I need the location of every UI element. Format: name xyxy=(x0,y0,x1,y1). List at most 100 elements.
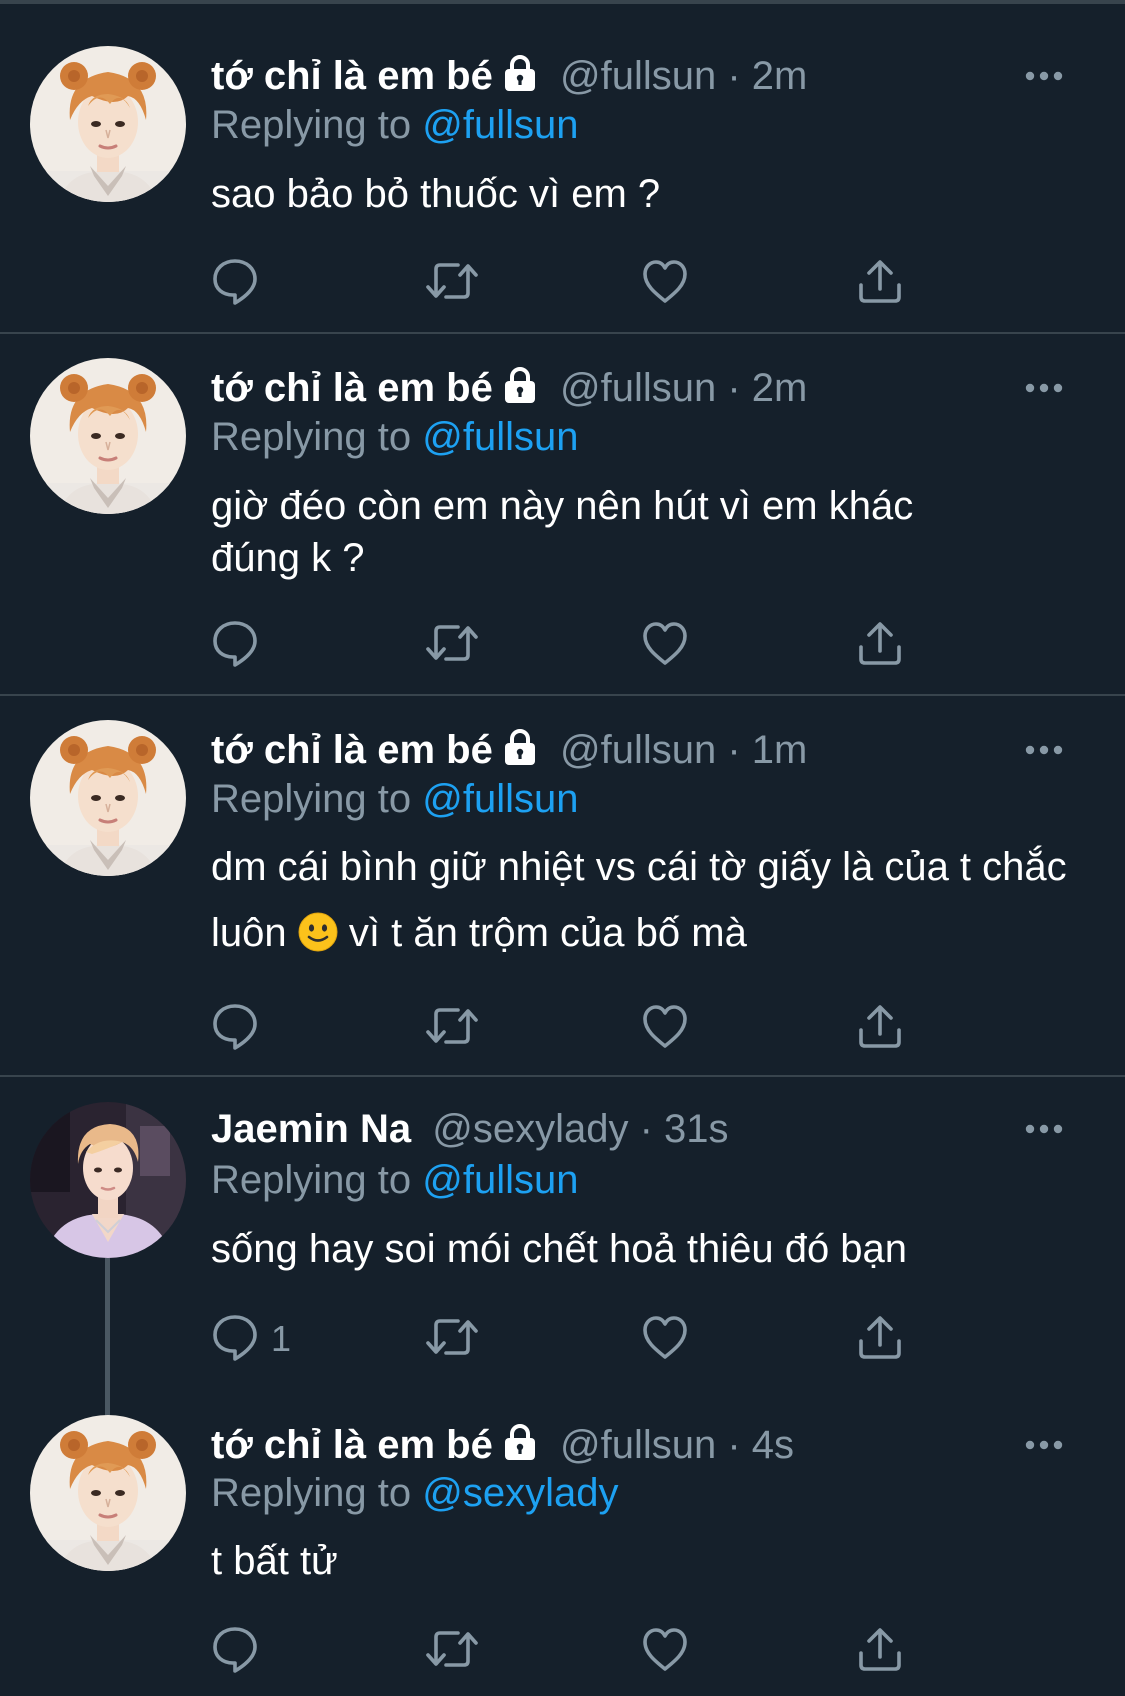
separator-dot: · xyxy=(727,728,741,772)
heart-icon xyxy=(641,1625,689,1678)
retweet-icon xyxy=(426,1625,478,1678)
retweet-button[interactable] xyxy=(426,1313,478,1365)
timestamp[interactable]: 31s xyxy=(664,1107,729,1151)
display-name[interactable]: tớ chỉ là em bé xyxy=(211,1423,493,1467)
tweet-text: t bất tử xyxy=(211,1539,338,1583)
separator-dot: · xyxy=(727,366,741,410)
share-icon xyxy=(856,1313,904,1366)
tweet[interactable]: tớ chỉ là em bé @fullsun · 1m Replying t… xyxy=(0,696,1125,1077)
replying-to-mention[interactable]: @fullsun xyxy=(422,103,578,147)
reply-button[interactable] xyxy=(211,1625,271,1677)
tweet-header: Jaemin Na @sexylady · 31s xyxy=(211,1104,1065,1154)
replying-to-mention[interactable]: @fullsun xyxy=(422,415,578,459)
reply-button[interactable] xyxy=(211,1002,271,1054)
like-button[interactable] xyxy=(641,1313,689,1365)
more-options-icon[interactable] xyxy=(1024,740,1064,760)
tweet-text: sống hay soi mói chết hoả thiêu đó bạn xyxy=(211,1227,908,1271)
share-button[interactable] xyxy=(856,1625,904,1677)
replying-to-line: Replying to @fullsun xyxy=(211,774,578,824)
user-handle[interactable]: @fullsun xyxy=(560,1423,716,1467)
more-options-icon[interactable] xyxy=(1024,1119,1064,1139)
user-handle[interactable]: @fullsun xyxy=(560,54,716,98)
reply-button[interactable]: 1 xyxy=(211,1313,291,1365)
tweet[interactable]: tớ chỉ là em bé @fullsun · 4s Replying t… xyxy=(0,1407,1125,1696)
timestamp[interactable]: 4s xyxy=(752,1423,794,1467)
share-button[interactable] xyxy=(856,619,904,671)
more-options-icon[interactable] xyxy=(1024,66,1064,86)
replying-to-line: Replying to @fullsun xyxy=(211,412,578,462)
avatar[interactable] xyxy=(30,358,186,514)
like-button[interactable] xyxy=(641,1625,689,1677)
tweet-text-part: vì t ăn trộm của bố mà xyxy=(348,911,747,955)
tweet[interactable]: Jaemin Na @sexylady · 31s Replying to @f… xyxy=(0,1077,1125,1417)
retweet-icon xyxy=(426,1313,478,1366)
tweet-actions xyxy=(211,1625,911,1677)
replying-to-label: Replying to xyxy=(211,415,412,459)
avatar[interactable] xyxy=(30,1415,186,1571)
display-name[interactable]: Jaemin Na xyxy=(211,1107,411,1151)
lock-icon xyxy=(501,728,539,778)
tweet-actions: 1 xyxy=(211,1313,911,1365)
replying-to-label: Replying to xyxy=(211,1471,412,1515)
heart-icon xyxy=(641,1313,689,1366)
tweet-text: dm cái bình giữ nhiệt vs cái tờ giấy là … xyxy=(211,834,1071,972)
heart-icon xyxy=(641,1002,689,1055)
share-button[interactable] xyxy=(856,1002,904,1054)
avatar[interactable] xyxy=(30,720,186,876)
like-button[interactable] xyxy=(641,619,689,671)
timestamp[interactable]: 2m xyxy=(752,366,808,410)
reply-button[interactable] xyxy=(211,619,271,671)
reply-icon xyxy=(211,257,259,310)
retweet-button[interactable] xyxy=(426,619,478,671)
tweet-actions xyxy=(211,619,911,671)
user-handle[interactable]: @sexylady xyxy=(432,1107,628,1151)
tweet[interactable]: tớ chỉ là em bé @fullsun · 2m Replying t… xyxy=(0,4,1125,334)
share-button[interactable] xyxy=(856,1313,904,1365)
display-name[interactable]: tớ chỉ là em bé xyxy=(211,54,493,98)
retweet-icon xyxy=(426,619,478,672)
display-name[interactable]: tớ chỉ là em bé xyxy=(211,366,493,410)
share-icon xyxy=(856,619,904,672)
user-handle[interactable]: @fullsun xyxy=(560,728,716,772)
replying-to-mention[interactable]: @fullsun xyxy=(422,1158,578,1202)
replying-to-mention[interactable]: @fullsun xyxy=(422,777,578,821)
avatar[interactable] xyxy=(30,1102,186,1258)
lock-icon xyxy=(501,54,539,104)
tweet-header: tớ chỉ là em bé @fullsun · 2m xyxy=(211,51,1065,101)
user-handle[interactable]: @fullsun xyxy=(560,366,716,410)
retweet-button[interactable] xyxy=(426,1625,478,1677)
heart-icon xyxy=(641,257,689,310)
reply-icon xyxy=(211,1313,259,1366)
share-icon xyxy=(856,1625,904,1678)
retweet-icon xyxy=(426,257,478,310)
lock-icon xyxy=(501,1423,539,1473)
replying-to-mention[interactable]: @sexylady xyxy=(422,1471,618,1515)
lock-icon xyxy=(501,366,539,416)
replying-to-line: Replying to @sexylady xyxy=(211,1468,618,1518)
reply-button[interactable] xyxy=(211,257,271,309)
separator-dot: · xyxy=(727,1423,741,1467)
timestamp[interactable]: 1m xyxy=(752,728,808,772)
tweet-actions xyxy=(211,257,911,309)
slightly-smiling-face-icon xyxy=(298,906,338,972)
tweet-text: sao bảo bỏ thuốc vì em ? xyxy=(211,172,661,216)
replying-to-line: Replying to @fullsun xyxy=(211,100,578,150)
retweet-button[interactable] xyxy=(426,257,478,309)
display-name[interactable]: tớ chỉ là em bé xyxy=(211,728,493,772)
share-icon xyxy=(856,257,904,310)
replying-to-line: Replying to @fullsun xyxy=(211,1155,578,1205)
thread-connector xyxy=(105,1257,110,1417)
retweet-icon xyxy=(426,1002,478,1055)
share-button[interactable] xyxy=(856,257,904,309)
avatar[interactable] xyxy=(30,46,186,202)
retweet-button[interactable] xyxy=(426,1002,478,1054)
more-options-icon[interactable] xyxy=(1024,1435,1064,1455)
share-icon xyxy=(856,1002,904,1055)
tweet[interactable]: tớ chỉ là em bé @fullsun · 2m Replying t… xyxy=(0,334,1125,696)
like-button[interactable] xyxy=(641,1002,689,1054)
more-options-icon[interactable] xyxy=(1024,378,1064,398)
timestamp[interactable]: 2m xyxy=(752,54,808,98)
tweet-header: tớ chỉ là em bé @fullsun · 2m xyxy=(211,363,1065,413)
tweet-text: giờ đéo còn em này nên hút vì em khác đú… xyxy=(211,484,914,580)
like-button[interactable] xyxy=(641,257,689,309)
